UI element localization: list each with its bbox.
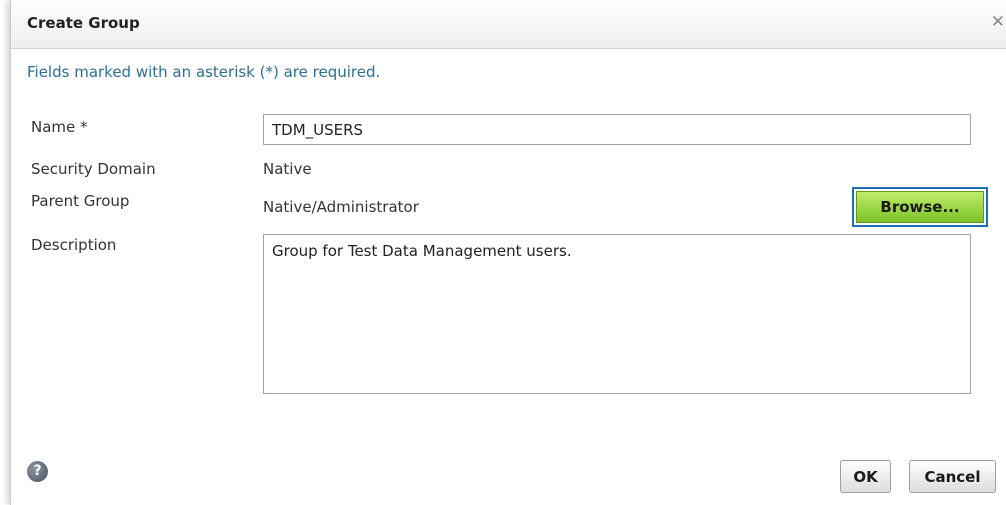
browse-button[interactable]: Browse...: [856, 191, 984, 223]
help-icon[interactable]: ?: [27, 461, 48, 482]
create-group-dialog: Create Group ✕ Fields marked with an ast…: [10, 0, 1006, 505]
name-input[interactable]: [263, 114, 971, 145]
dialog-titlebar: Create Group ✕: [11, 0, 1006, 49]
parent-group-value: Native/Administrator: [263, 198, 419, 216]
close-icon[interactable]: ✕: [991, 12, 1005, 32]
description-textarea[interactable]: Group for Test Data Management users.: [263, 234, 971, 394]
description-label: Description: [31, 236, 117, 254]
name-label: Name *: [31, 118, 88, 136]
ok-button[interactable]: OK: [840, 460, 891, 493]
cancel-button[interactable]: Cancel: [909, 460, 996, 493]
security-domain-label: Security Domain: [31, 160, 156, 178]
browse-button-focus-ring: Browse...: [852, 187, 988, 227]
parent-group-label: Parent Group: [31, 192, 130, 210]
dialog-title: Create Group: [27, 14, 140, 32]
required-fields-notice: Fields marked with an asterisk (*) are r…: [27, 63, 381, 81]
security-domain-value: Native: [263, 160, 312, 178]
